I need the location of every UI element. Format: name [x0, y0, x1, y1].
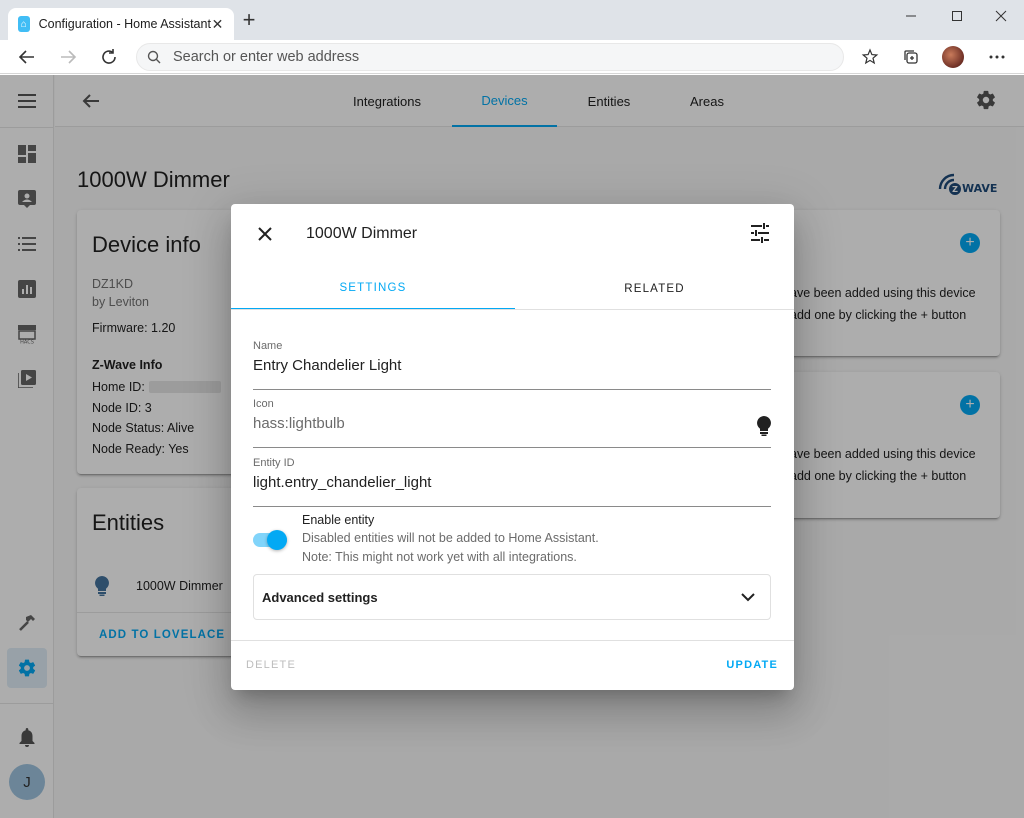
tune-settings-icon[interactable]	[749, 222, 771, 249]
close-window-icon[interactable]	[978, 4, 1024, 28]
address-placeholder: Search or enter web address	[173, 49, 360, 65]
tab-title: Configuration - Home Assistant	[38, 17, 211, 31]
entity-settings-dialog: 1000W Dimmer SETTINGS RELATED Name Entry…	[231, 204, 794, 690]
entity-id-value[interactable]: light.entry_chandelier_light	[253, 474, 431, 491]
home-assistant-favicon-icon: ⌂	[18, 16, 30, 32]
collections-icon[interactable]	[897, 43, 925, 71]
name-field[interactable]: Name Entry Chandelier Light	[253, 340, 771, 390]
tab-divider	[231, 309, 794, 310]
dialog-title: 1000W Dimmer	[306, 225, 418, 242]
refresh-icon[interactable]	[95, 43, 123, 71]
tab-related[interactable]: RELATED	[515, 268, 794, 310]
icon-field[interactable]: Icon hass:lightbulb	[253, 398, 771, 448]
browser-tab[interactable]: ⌂ Configuration - Home Assistant ✕	[8, 8, 234, 40]
name-value[interactable]: Entry Chandelier Light	[253, 357, 401, 374]
delete-button[interactable]: DELETE	[246, 659, 296, 671]
entity-id-label: Entity ID	[253, 457, 295, 469]
advanced-settings-label: Advanced settings	[262, 590, 378, 605]
update-button[interactable]: UPDATE	[726, 659, 778, 671]
enable-entity-description: Disabled entities will not be added to H…	[302, 531, 599, 545]
maximize-icon[interactable]	[934, 4, 980, 28]
chevron-down-icon	[738, 587, 758, 612]
more-menu-icon[interactable]	[983, 43, 1011, 71]
enable-entity-toggle[interactable]	[253, 530, 289, 550]
entity-id-field[interactable]: Entity ID light.entry_chandelier_light	[253, 457, 771, 507]
address-bar[interactable]: Search or enter web address	[136, 43, 844, 71]
toggle-knob	[267, 530, 287, 550]
favorites-icon[interactable]	[856, 43, 884, 71]
close-icon[interactable]	[253, 222, 277, 246]
forward-arrow-icon[interactable]	[54, 43, 82, 71]
icon-value[interactable]: hass:lightbulb	[253, 415, 345, 432]
profile-avatar[interactable]	[939, 43, 967, 71]
tab-settings[interactable]: SETTINGS	[231, 268, 515, 310]
browser-titlebar: ⌂ Configuration - Home Assistant ✕ +	[0, 0, 1024, 40]
icon-label: Icon	[253, 398, 274, 410]
search-icon	[147, 50, 161, 64]
dialog-footer-divider	[231, 640, 794, 641]
enable-entity-title: Enable entity	[302, 513, 375, 527]
advanced-settings-expander[interactable]: Advanced settings	[253, 574, 771, 620]
name-label: Name	[253, 340, 283, 352]
back-arrow-icon[interactable]	[13, 43, 41, 71]
browser-toolbar: Search or enter web address	[0, 40, 1024, 74]
minimize-icon[interactable]	[888, 4, 934, 28]
tab-close-icon[interactable]: ✕	[211, 16, 224, 33]
new-tab-icon[interactable]: +	[238, 9, 260, 32]
enable-entity-note: Note: This might not work yet with all i…	[302, 550, 577, 564]
lightbulb-icon	[757, 416, 771, 441]
